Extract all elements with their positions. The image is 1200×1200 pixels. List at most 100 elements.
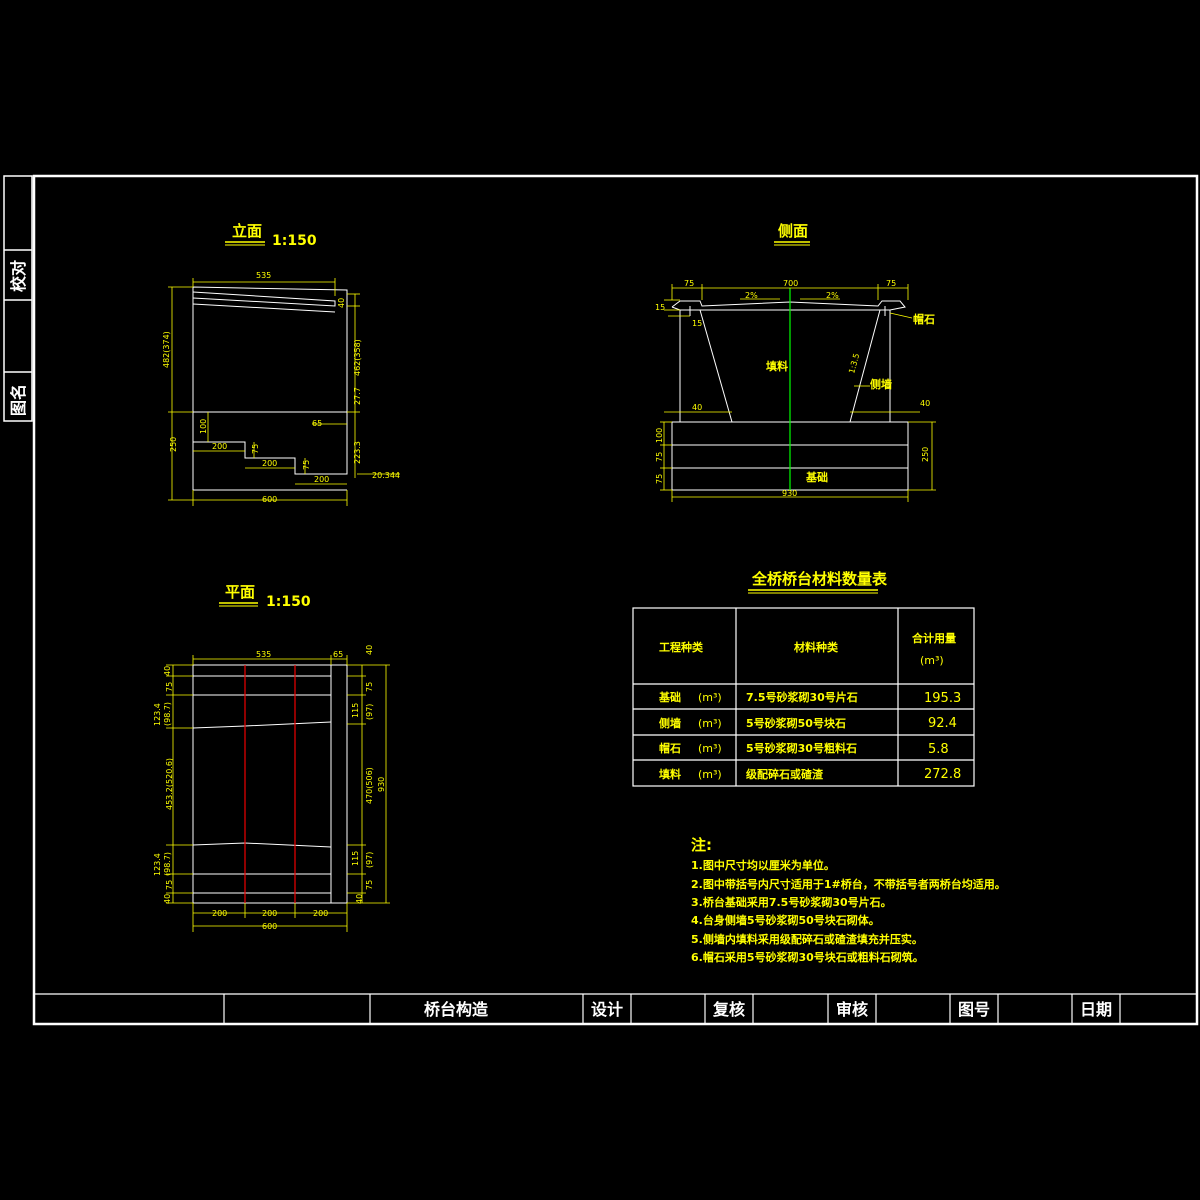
table-header-item: 工程种类	[659, 640, 704, 654]
title-block-date: 日期	[1080, 1000, 1112, 1019]
plan-dim-l40a: 40	[163, 666, 172, 676]
plan-dim-r75a: 75	[365, 682, 374, 692]
plan-dim-r470: 470(506)	[365, 767, 374, 804]
side-title: 侧面	[778, 222, 808, 240]
plan-dim-l987a: (98.7)	[163, 702, 172, 726]
note-2: 2.图中带括号内尺寸适用于1#桥台，不带括号者两桥台均适用。	[691, 877, 1006, 891]
elev-dim-step2: 200	[262, 459, 277, 468]
elevation-title: 立面	[232, 222, 262, 240]
side-dim-total: 930	[782, 489, 797, 498]
plan-dim-l4532: 453.2(520.6)	[165, 758, 174, 810]
title-block-approve: 审核	[836, 1000, 868, 1019]
side-drawing-name-label: 图名	[9, 384, 28, 416]
table-row-3-unit: (m³)	[698, 742, 722, 755]
plan-dim-total: 600	[262, 922, 277, 931]
table-row-2-item: 侧墙	[659, 716, 681, 730]
side-label-cap: 帽石	[913, 312, 935, 326]
side-slope-right: 2%	[826, 291, 839, 300]
elev-dim-total: 600	[262, 495, 277, 504]
title-block-name: 桥台构造	[424, 1000, 489, 1019]
note-6: 6.帽石采用5号砂浆砌30号块石或粗料石砌筑。	[691, 950, 924, 964]
plan-dim-l40b: 40	[163, 894, 172, 904]
elev-dim-75b: 75	[302, 460, 311, 470]
elev-dim-step1: 200	[212, 442, 227, 451]
plan-dim-b200a: 200	[212, 909, 227, 918]
plan-dim-l987b: (98.7)	[163, 852, 172, 876]
title-block-review: 复核	[712, 1000, 745, 1019]
table-row-1-material: 7.5号砂浆砌30号片石	[746, 690, 858, 704]
side-dim-mid-top: 700	[783, 279, 798, 288]
side-batter: 1:3.5	[847, 352, 861, 374]
side-dim-15a: 15	[655, 303, 665, 312]
side-dim-15b: 15	[692, 319, 702, 328]
elev-dim-cap-right: 40	[337, 298, 346, 308]
elevation-scale: 1:150	[272, 233, 317, 249]
side-dim-75b: 75	[655, 474, 664, 484]
notes-title: 注:	[691, 836, 712, 854]
plan-dim-r40b: 40	[355, 894, 364, 904]
plan-dim-l75b: 75	[165, 880, 174, 890]
side-label-wall: 侧墙	[870, 377, 892, 391]
table-row-4-item: 填料	[659, 767, 681, 781]
plan-dim-r930: 930	[377, 777, 386, 792]
side-dim-250: 250	[921, 447, 930, 462]
plan-dim-top-right: 65	[333, 650, 343, 659]
table-row-1-amount: 195.3	[924, 691, 961, 706]
side-dim-right-top: 75	[886, 279, 896, 288]
table-row-3-item: 帽石	[659, 741, 681, 755]
side-dim-100: 100	[655, 428, 664, 443]
plan-dim-r115b: 115	[351, 851, 360, 866]
table-header-material: 材料种类	[794, 640, 839, 654]
plan-dim-l75a: 75	[165, 682, 174, 692]
elev-elevation-mark: 20.344	[372, 471, 400, 480]
plan-title: 平面	[225, 583, 255, 601]
side-view: 侧面 75 700 75 2% 2% 15 15 40 40 100 75 75…	[655, 222, 936, 502]
side-label-fill: 填料	[766, 359, 788, 373]
plan-dim-r40a: 40	[365, 645, 374, 655]
table-title: 全桥桥台材料数量表	[751, 570, 888, 588]
table-row-3-material: 5号砂浆砌30号粗料石	[746, 741, 857, 755]
elev-dim-250: 250	[169, 437, 178, 452]
elev-dim-2233: 223.3	[353, 441, 362, 464]
elev-dim-step3: 200	[314, 475, 329, 484]
plan-view: 平面 1:150 535 65 40 75 115 (97) 470(506) …	[153, 583, 390, 932]
plan-dim-r115a: 115	[351, 703, 360, 718]
table-row-4-material: 级配碎石或碴渣	[745, 767, 824, 781]
side-dim-left-top: 75	[684, 279, 694, 288]
elev-dim-65: 65	[312, 419, 322, 428]
table-row-1-unit: (m³)	[698, 691, 722, 704]
table-row-1-item: 基础	[658, 690, 681, 704]
note-4: 4.台身侧墙5号砂浆砌50号块石砌体。	[691, 913, 880, 927]
plan-dim-top: 535	[256, 650, 271, 659]
elevation-view: 立面 1:150 535 482(374) 462(358) 40 27.7 6…	[162, 222, 400, 506]
side-slope-left: 2%	[745, 291, 758, 300]
side-dim-75a: 75	[655, 452, 664, 462]
note-5: 5.侧墙内填料采用级配碎石或碴渣填充并压实。	[691, 932, 923, 946]
drawing-sheet: 校对 图名 立面 1:150 535 482(374) 462(358) 40 …	[3, 174, 1199, 1026]
sheet-border	[32, 174, 1199, 1026]
plan-dim-l1234a: 123.4	[153, 703, 162, 726]
table-header-unit: (m³)	[920, 654, 944, 667]
note-3: 3.桥台基础采用7.5号砂浆砌30号片石。	[691, 895, 892, 909]
table-row-4-amount: 272.8	[924, 767, 961, 782]
elev-dim-small-right: 27.7	[353, 387, 362, 405]
table-row-2-unit: (m³)	[698, 717, 722, 730]
title-block-design: 设计	[591, 1000, 623, 1019]
plan-dim-r97b: (97)	[365, 852, 374, 868]
table-row-4-unit: (m³)	[698, 768, 722, 781]
side-check-label: 校对	[9, 260, 28, 292]
elev-dim-top: 535	[256, 271, 271, 280]
title-block: 桥台构造 设计 复核 审核 图号 日期	[34, 993, 1197, 1024]
note-1: 1.图中尺寸均以厘米为单位。	[691, 858, 835, 872]
table-row-2-amount: 92.4	[928, 716, 957, 731]
material-table: 全桥桥台材料数量表 工程种类 材料种类 合计用量 (m³) 基础 (m³) 7.…	[632, 570, 975, 787]
table-row-3-amount: 5.8	[928, 742, 949, 757]
side-label-foundation: 基础	[805, 470, 828, 484]
plan-dim-b200b: 200	[262, 909, 277, 918]
table-header-total: 合计用量	[912, 631, 956, 645]
table-row-2-material: 5号砂浆砌50号块石	[746, 716, 846, 730]
plan-dim-l1234b: 123.4	[153, 853, 162, 876]
plan-scale: 1:150	[266, 594, 311, 610]
plan-dim-r97a: (97)	[365, 704, 374, 720]
side-dim-40-right: 40	[920, 399, 930, 408]
